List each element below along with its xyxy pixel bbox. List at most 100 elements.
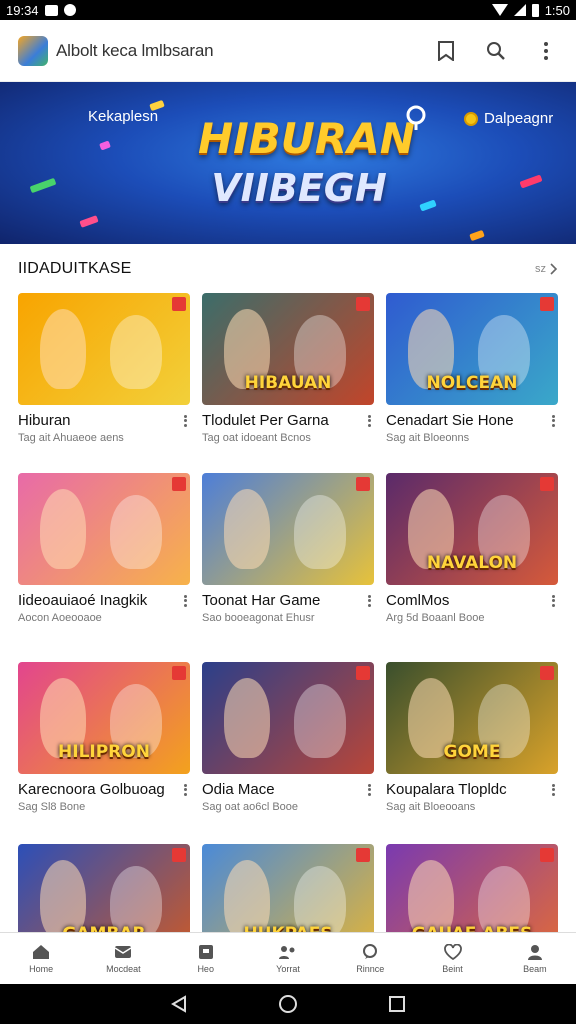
card-subtitle: Sag ait Bloeonns <box>386 432 470 444</box>
corner-badge <box>540 666 554 680</box>
nav-label: Home <box>29 964 54 974</box>
corner-badge <box>356 848 370 862</box>
game-thumbnail[interactable]: NOLCEAN <box>386 293 558 405</box>
home-icon <box>31 943 51 961</box>
corner-badge <box>540 848 554 862</box>
nav-item-beam[interactable]: Beam <box>494 933 576 984</box>
corner-badge <box>356 297 370 311</box>
nav-item-rinnce[interactable]: Rinnce <box>329 933 411 984</box>
back-icon[interactable] <box>170 995 188 1013</box>
banner-title: HIBURAN <box>198 114 415 163</box>
card-more-icon[interactable] <box>364 593 374 609</box>
nav-label: Heo <box>197 964 214 974</box>
card-subtitle: Aocon Aoeooaoe <box>18 612 102 624</box>
recents-icon[interactable] <box>388 995 406 1013</box>
nav-item-yorrat[interactable]: Yorrat <box>247 933 329 984</box>
card-subtitle: Sao booeagonat Ehusr <box>202 612 315 624</box>
nav-label: Mocdeat <box>106 964 141 974</box>
card-more-icon[interactable] <box>364 782 374 798</box>
game-card[interactable]: GOME Koupalara Tlopldc Sag ait Bloeooans <box>386 662 558 813</box>
game-card[interactable]: NOLCEAN Cenadart Sie Hone Sag ait Bloeonns <box>386 293 558 444</box>
corner-badge <box>356 477 370 491</box>
card-more-icon[interactable] <box>548 782 558 798</box>
overflow-menu-button[interactable] <box>534 39 558 63</box>
nav-item-mocdeat[interactable]: Mocdeat <box>82 933 164 984</box>
game-thumbnail[interactable]: HIBAUAN <box>202 293 374 405</box>
card-more-icon[interactable] <box>364 413 374 429</box>
more-vert-icon <box>544 41 548 60</box>
corner-badge <box>540 297 554 311</box>
card-title: Koupalara Tlopldc <box>386 781 507 798</box>
game-thumbnail[interactable] <box>202 662 374 774</box>
thumbnail-caption: HIBAUAN <box>244 373 332 393</box>
card-subtitle: Tag ait Ahuaeoe aens <box>18 432 124 444</box>
card-more-icon[interactable] <box>548 593 558 609</box>
card-title: Cenadart Sie Hone <box>386 412 514 429</box>
nav-label: Yorrat <box>276 964 300 974</box>
game-thumbnail[interactable] <box>18 473 190 585</box>
character-figure <box>110 495 162 569</box>
game-card[interactable]: Odia Mace Sag oat ao6cl Booe <box>202 662 374 813</box>
card-subtitle: Tag oat idoeant Bcnos <box>202 432 311 444</box>
section-more-button[interactable]: sz <box>535 263 558 275</box>
system-navigation-bar <box>0 984 576 1024</box>
thumbnail-caption: HILIPRON <box>58 742 150 762</box>
nav-label: Beam <box>523 964 547 974</box>
nav-item-home[interactable]: Home <box>0 933 82 984</box>
nav-item-heo[interactable]: Heo <box>165 933 247 984</box>
game-card[interactable]: HILIPRON Karecnoora Golbuoag Sag Sl8 Bone <box>18 662 190 813</box>
corner-badge <box>172 477 186 491</box>
card-more-icon[interactable] <box>180 782 190 798</box>
people-icon <box>278 943 298 961</box>
banner-search-button[interactable] <box>404 104 432 132</box>
nav-label: Rinnce <box>356 964 385 974</box>
card-subtitle: Sag oat ao6cl Booe <box>202 801 299 813</box>
wifi-icon <box>491 4 508 16</box>
search-button[interactable] <box>484 39 508 63</box>
game-card[interactable]: Hiburan Tag ait Ahuaeoe aens <box>18 293 190 444</box>
game-thumbnail[interactable]: HILIPRON <box>18 662 190 774</box>
chat-icon <box>360 943 380 961</box>
card-title: Karecnoora Golbuoag <box>18 781 165 798</box>
game-thumbnail[interactable] <box>18 293 190 405</box>
hero-banner[interactable]: Kekaplesn HIBURAN VIIBEGH Dalpeagnr <box>0 82 576 244</box>
game-thumbnail[interactable]: GOME <box>386 662 558 774</box>
card-subtitle: Sag ait Bloeooans <box>386 801 476 813</box>
library-icon <box>196 943 216 961</box>
heart-icon <box>443 943 463 961</box>
game-card[interactable]: HIBAUAN Tlodulet Per Garna Tag oat idoeant… <box>202 293 374 444</box>
app-logo <box>18 35 48 66</box>
bookmark-button[interactable] <box>434 39 458 63</box>
gallery-notification-icon <box>44 4 58 16</box>
corner-badge <box>540 477 554 491</box>
corner-badge <box>172 848 186 862</box>
home-circle-icon[interactable] <box>278 994 298 1014</box>
game-thumbnail[interactable] <box>202 473 374 585</box>
card-subtitle: Sag Sl8 Bone <box>18 801 86 813</box>
banner-coin-balance[interactable]: Dalpeagnr <box>464 110 553 127</box>
game-thumbnail[interactable]: NAVALON <box>386 473 558 585</box>
section-more-label: sz <box>535 263 546 275</box>
card-more-icon[interactable] <box>180 413 190 429</box>
thumbnail-caption: GOME <box>443 742 501 762</box>
card-title: ComlMos <box>386 592 450 609</box>
search-icon <box>487 41 505 60</box>
character-figure <box>40 489 86 569</box>
card-more-icon[interactable] <box>548 413 558 429</box>
app-notification-icon <box>63 4 76 16</box>
card-more-icon[interactable] <box>180 593 190 609</box>
status-time: 19:34 <box>6 2 39 18</box>
nav-item-beint[interactable]: Beint <box>411 933 493 984</box>
message-icon <box>113 943 133 961</box>
card-title: Toonat Har Game <box>202 592 321 609</box>
coin-icon <box>464 111 478 126</box>
game-card[interactable]: NAVALON ComlMos Arg 5d Boaanl Booe <box>386 473 558 624</box>
profile-icon <box>525 943 545 961</box>
nav-label: Beint <box>442 964 463 974</box>
game-card[interactable]: Iideoauiaoé Inagkik Aocon Aoeooaoe <box>18 473 190 624</box>
thumbnail-caption: NOLCEAN <box>426 373 518 393</box>
thumbnail-caption: NAVALON <box>426 553 518 573</box>
game-card[interactable]: Toonat Har Game Sao booeagonat Ehusr <box>202 473 374 624</box>
character-figure <box>294 495 346 569</box>
banner-left-label: Kekaplesn <box>88 108 159 125</box>
